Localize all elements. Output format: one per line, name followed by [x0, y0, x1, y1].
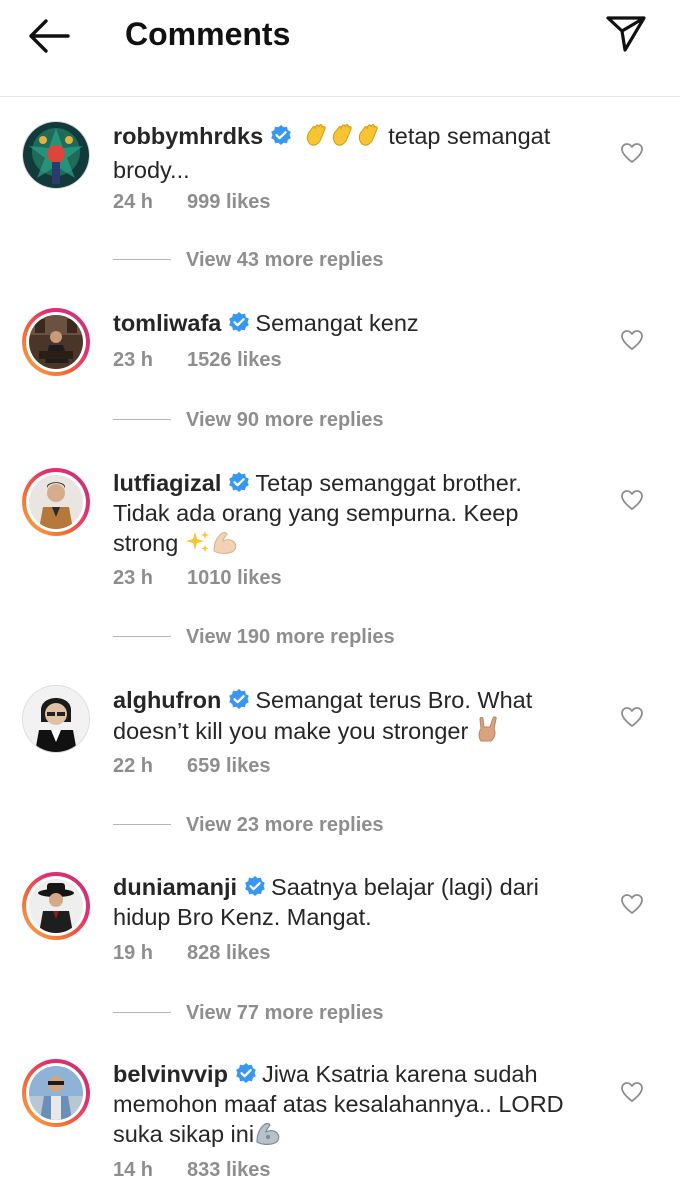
avatar[interactable]: [22, 121, 90, 189]
heart-icon[interactable]: [620, 893, 644, 915]
comment-text: duniamanji Saatnya belajar (lagi) dari hi…: [113, 872, 583, 932]
replies-divider-line: [113, 636, 171, 637]
flexed-biceps-emoji-icon: [211, 529, 239, 562]
comment-username[interactable]: lutfiagizal: [113, 470, 221, 496]
comment-body: Semangat kenz: [255, 310, 419, 336]
comment-text: lutfiagizal Tetap semanggat brother. Tida…: [113, 468, 583, 562]
comment-likes[interactable]: 1526 likes: [187, 349, 282, 371]
heart-icon[interactable]: [620, 1081, 644, 1103]
sign-of-the-horns-emoji-icon: [475, 715, 501, 750]
avatar-image: [29, 1066, 83, 1120]
replies-divider-line: [113, 419, 171, 420]
comment-meta: 24 h 999 likes: [113, 189, 270, 215]
comment-username[interactable]: robbymhrdks: [113, 123, 263, 149]
comment-text: tomliwafa Semangat kenz: [113, 308, 583, 338]
avatar-image: [29, 475, 83, 529]
comment-likes[interactable]: 1010 likes: [187, 567, 282, 589]
heart-icon[interactable]: [620, 706, 644, 728]
comment-time: 19 h: [113, 942, 154, 964]
arrow-left-icon: [29, 19, 70, 53]
avatar[interactable]: [22, 872, 90, 940]
avatar-image: [23, 686, 89, 752]
paper-plane-icon: [606, 16, 646, 52]
avatar-image: [29, 315, 83, 369]
avatar-image: [23, 122, 89, 188]
comment-time: 23 h: [113, 567, 154, 589]
comment-likes[interactable]: 828 likes: [187, 942, 270, 964]
page-title: Comments: [125, 16, 291, 52]
comment-meta: 23 h 1526 likes: [113, 347, 282, 373]
comment-time: 14 h: [113, 1159, 154, 1181]
comment-likes[interactable]: 659 likes: [187, 755, 270, 777]
comment-meta: 14 h 833 likes: [113, 1157, 270, 1183]
comment-meta: 23 h 1010 likes: [113, 565, 282, 591]
view-replies-label[interactable]: View 190 more replies: [186, 622, 395, 652]
verified-badge-icon: [229, 312, 250, 332]
verified-badge-icon: [229, 472, 250, 492]
mechanical-arm-emoji-icon: [254, 1120, 282, 1153]
comment-username[interactable]: alghufron: [113, 687, 221, 713]
comment-meta: 19 h 828 likes: [113, 940, 270, 966]
comment-time: 22 h: [113, 755, 154, 777]
avatar[interactable]: [22, 308, 90, 376]
verified-badge-icon: [229, 689, 250, 709]
avatar[interactable]: [22, 1059, 90, 1127]
comment-username[interactable]: belvinvvip: [113, 1061, 228, 1087]
verified-badge-icon: [245, 876, 265, 896]
avatar[interactable]: [22, 685, 90, 753]
replies-divider-line: [113, 1012, 171, 1013]
replies-divider-line: [113, 824, 171, 825]
comment-time: 23 h: [113, 349, 154, 371]
comment-username[interactable]: duniamanji: [113, 874, 237, 900]
comment-meta: 22 h 659 likes: [113, 753, 270, 779]
heart-icon[interactable]: [620, 142, 644, 164]
clapping-hands-emoji-icon: [304, 122, 330, 155]
verified-badge-icon: [236, 1063, 256, 1083]
comment-likes[interactable]: 833 likes: [187, 1159, 270, 1181]
comment-text: alghufron Semangat terus Bro. What doesn’…: [113, 685, 583, 750]
view-replies-label[interactable]: View 77 more replies: [186, 998, 384, 1028]
replies-divider-line: [113, 259, 171, 260]
comment-time: 24 h: [113, 191, 154, 213]
header-bar: Comments: [0, 0, 680, 97]
verified-badge-icon: [271, 125, 291, 145]
avatar[interactable]: [22, 468, 90, 536]
heart-icon[interactable]: [620, 329, 644, 351]
view-replies-label[interactable]: View 23 more replies: [186, 810, 384, 840]
sparkles-emoji-icon: [185, 529, 211, 562]
comment-username[interactable]: tomliwafa: [113, 310, 221, 336]
clapping-hands-emoji-icon: [330, 122, 356, 155]
comment-text: robbymhrdks tetap semangat brody...: [113, 121, 583, 185]
heart-icon[interactable]: [620, 489, 644, 511]
view-replies-label[interactable]: View 43 more replies: [186, 245, 384, 275]
avatar-image: [29, 879, 83, 933]
view-replies-label[interactable]: View 90 more replies: [186, 405, 384, 435]
comment-likes[interactable]: 999 likes: [187, 191, 270, 213]
back-button[interactable]: [26, 14, 72, 58]
clapping-hands-emoji-icon: [356, 122, 382, 155]
share-button[interactable]: [604, 12, 648, 56]
comment-text: belvinvvip Jiwa Ksatria karena sudah memo…: [113, 1059, 583, 1153]
